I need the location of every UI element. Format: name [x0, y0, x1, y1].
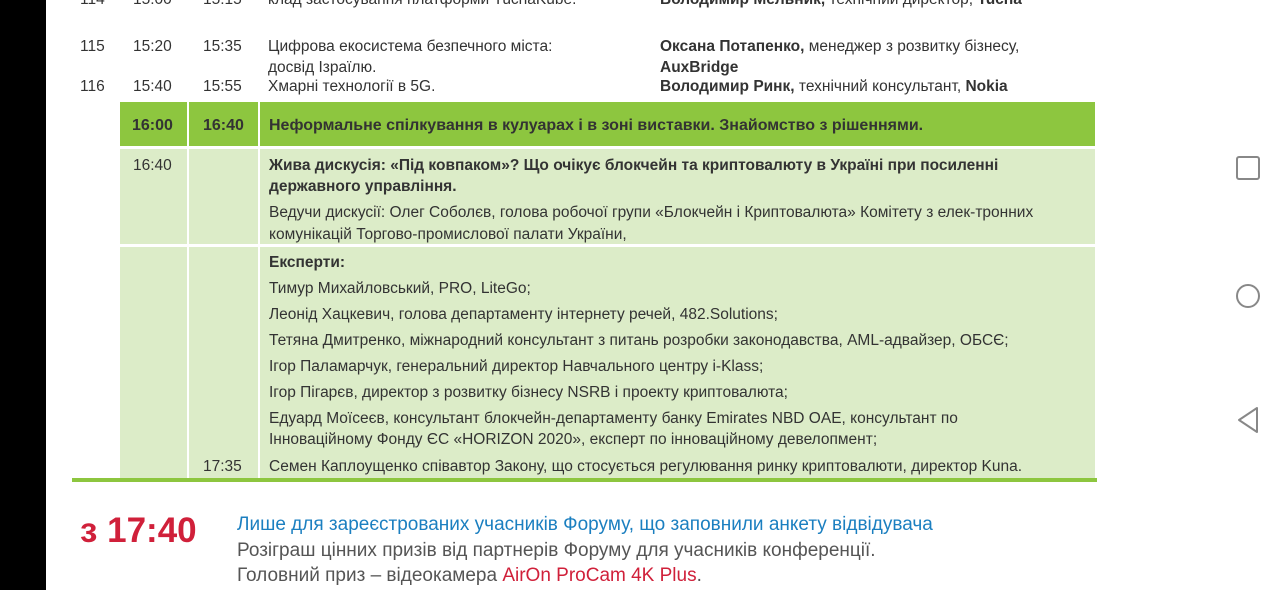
footer-text: Лише для зареєстрованих учасників Форуму… — [237, 512, 933, 589]
home-icon — [1236, 284, 1260, 308]
document-page: 114 15:00 15:15 клад застосування платфо… — [46, 0, 1216, 590]
session-title: клад застосування платформи TuchaKube. — [268, 0, 648, 10]
speaker-name: Володимир Мельник, — [660, 0, 825, 8]
break-end-time: 16:40 — [203, 117, 244, 134]
session-number: 115 — [80, 38, 105, 55]
back-icon — [1238, 407, 1258, 433]
speaker-org: Tucha — [977, 0, 1022, 8]
main-prize-suffix: . — [696, 565, 702, 586]
end-time: 15:15 — [203, 0, 242, 10]
discussion-start-time: 16:40 — [133, 157, 172, 174]
discussion-end-cell — [189, 149, 258, 244]
main-prize-product: AirOn ProCam 4K Plus — [502, 565, 697, 586]
expert-item: Едуард Моїсеєв, консультант блокчейн-деп… — [269, 410, 958, 448]
main-prize-prefix: Головний приз – відеокамера — [237, 565, 503, 586]
back-button[interactable] — [1216, 405, 1280, 435]
end-time: 15:35 — [203, 38, 242, 55]
footer-time: з 17:40 — [80, 511, 197, 550]
home-button[interactable] — [1216, 282, 1280, 310]
session-title: Хмарні технології в 5G. — [268, 78, 436, 95]
end-time: 15:55 — [203, 78, 242, 95]
footer-line-main-prize: Головний приз – відеокамера AirOn ProCam… — [237, 563, 933, 589]
start-time: 15:40 — [133, 78, 172, 95]
break-text: Неформальне спілкування в кулуарах і в з… — [269, 117, 924, 134]
expert-item: Семен Каплоущенко співавтор Закону, що с… — [269, 458, 1023, 475]
discussion-moderator: Ведучи дискусії: Олег Соболєв, голова ро… — [269, 204, 1034, 243]
footer-line-prizes: Розіграш цінних призів від партнерів Фор… — [237, 539, 876, 561]
speaker-name: Володимир Ринк, — [660, 78, 795, 95]
speaker: Володимир Мельник, технічний директор, T… — [660, 0, 1120, 10]
expert-item: Ігор Паламарчук, генеральний директор На… — [269, 358, 764, 375]
break-start-time: 16:00 — [132, 117, 173, 134]
start-time: 15:20 — [133, 38, 172, 55]
divider — [72, 478, 1097, 482]
speaker: Оксана Потапенко, менеджер з розвитку бі… — [660, 36, 1090, 78]
recent-apps-button[interactable] — [1216, 155, 1280, 181]
experts-end-time: 17:35 — [203, 458, 242, 475]
expert-item: Тимур Михайловський, PRO, LiteGo; — [269, 280, 531, 297]
experts-heading: Експерти: — [269, 254, 346, 271]
recent-apps-icon — [1236, 156, 1260, 180]
footer-line-registered: Лише для зареєстрованих учасників Форуму… — [237, 514, 933, 535]
expert-item: Тетяна Дмитренко, міжнародний консультан… — [269, 332, 1009, 349]
speaker-role: технічний консультант, — [794, 78, 966, 95]
speaker-role: технічний директор, — [825, 0, 977, 8]
experts-time-cell — [120, 247, 187, 478]
speaker-name: Оксана Потапенко, — [660, 38, 805, 55]
speaker-org: AuxBridge — [660, 59, 739, 76]
session-number: 116 — [80, 78, 105, 95]
speaker: Володимир Ринк, технічний консультант, N… — [660, 76, 1120, 97]
expert-item: Ігор Пігарєв, директор з розвитку бізнес… — [269, 384, 788, 401]
session-number: 114 — [80, 0, 105, 10]
speaker-role: менеджер з розвитку бізнесу, — [804, 38, 1020, 55]
expert-item: Леонід Хацкевич, голова департаменту інт… — [269, 306, 778, 323]
discussion-title: Жива дискусія: «Під ковпаком»? Що очікує… — [269, 157, 999, 195]
start-time: 15:00 — [133, 0, 172, 10]
navigation-bar — [1216, 0, 1280, 590]
session-title: Цифрова екосистема безпечного міста: дос… — [268, 38, 553, 76]
speaker-org: Nokia — [965, 78, 1008, 95]
experts-end-cell — [189, 247, 258, 478]
